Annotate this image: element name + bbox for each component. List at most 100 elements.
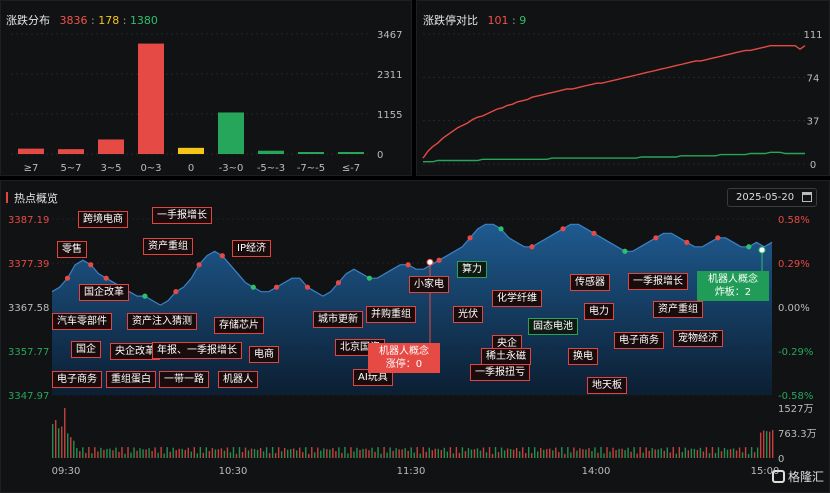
volume-bar <box>377 447 379 458</box>
volume-bar <box>654 449 656 458</box>
hot-tag[interactable]: 国企改革 <box>79 284 129 301</box>
hot-tag[interactable]: 资产重组 <box>143 238 193 255</box>
volume-bar <box>624 450 626 458</box>
volume-bar <box>461 447 464 458</box>
hot-tag[interactable]: 小家电 <box>409 276 449 293</box>
volume-bar <box>672 447 674 458</box>
volume-bar <box>732 448 735 458</box>
volume-bar <box>515 447 518 458</box>
y-tick-label: 111 <box>803 30 822 41</box>
hot-tag[interactable]: 稀土永磁 <box>481 348 531 365</box>
volume-bar <box>217 449 220 458</box>
hot-tag[interactable]: 一季报扭亏 <box>470 364 530 381</box>
volume-bar <box>289 449 292 458</box>
volume-bar <box>172 447 174 458</box>
hot-tag[interactable]: 电商 <box>249 346 279 363</box>
hot-tag[interactable]: 机器人 <box>218 371 258 388</box>
bar <box>138 43 164 154</box>
volume-bar <box>552 450 554 458</box>
volume-bar <box>359 449 361 458</box>
volume-bar <box>229 452 232 458</box>
volume-bar <box>684 447 687 458</box>
hot-tag[interactable]: 国企 <box>71 341 101 358</box>
hot-tag[interactable]: 传感器 <box>570 274 610 291</box>
hot-tag[interactable]: 汽车零部件 <box>52 313 112 330</box>
volume-bar <box>675 453 677 458</box>
hot-tag[interactable]: 固态电池 <box>528 318 578 335</box>
volume-bar <box>335 451 337 458</box>
hot-tag[interactable]: 并购重组 <box>366 306 416 323</box>
hot-tag[interactable]: 跨境电商 <box>78 211 128 228</box>
volume-bar <box>268 453 271 458</box>
volume-bar <box>94 447 96 458</box>
callout-green-line2: 炸板：2 <box>714 287 752 298</box>
volume-bar <box>723 447 726 458</box>
hot-tag[interactable]: 零售 <box>57 241 87 258</box>
volume-bar <box>467 448 470 458</box>
volume-bar <box>286 449 289 458</box>
volume-bar <box>157 452 159 458</box>
hot-tag[interactable]: 一季报增长 <box>628 273 688 290</box>
hot-tag[interactable]: 算力 <box>457 261 487 278</box>
hot-tag[interactable]: 化学纤维 <box>492 290 542 307</box>
volume-bar <box>567 447 569 458</box>
volume-bar <box>521 447 524 458</box>
hot-tag[interactable]: 一带一路 <box>159 371 209 388</box>
hot-tag[interactable]: 重组蛋白 <box>106 371 156 388</box>
volume-bar <box>555 447 557 458</box>
hot-tag[interactable]: 宠物经济 <box>673 330 723 347</box>
bar <box>258 150 284 154</box>
hot-tag[interactable]: 换电 <box>568 348 598 365</box>
hot-marker <box>746 244 752 250</box>
volume-bar <box>639 447 641 458</box>
y-tick-label: 2311 <box>377 70 402 81</box>
volume-bar <box>648 450 650 458</box>
volume-bar <box>220 448 223 458</box>
hot-tag[interactable]: 光伏 <box>453 306 483 323</box>
volume-bar <box>762 430 765 458</box>
hot-marker <box>173 289 179 295</box>
hot-tag[interactable]: 资产注入猜测 <box>127 313 197 330</box>
volume-bar <box>419 453 421 458</box>
hot-tag[interactable]: IP经济 <box>232 240 271 257</box>
callout-green[interactable]: 机器人概念 炸板：2 <box>697 271 769 301</box>
volume-bar <box>570 452 572 458</box>
volume-bar <box>296 450 298 458</box>
volume-bar <box>473 449 476 458</box>
volume-bar <box>332 448 334 458</box>
hot-tag[interactable]: 电子商务 <box>614 332 664 349</box>
volume-bar <box>431 450 433 458</box>
volume-bar <box>160 447 162 458</box>
volume-bar <box>151 450 153 458</box>
right-tick-label: 0.29% <box>778 259 810 270</box>
volume-bar <box>407 450 409 458</box>
hot-tag[interactable]: 地天板 <box>587 377 627 394</box>
volume-bar <box>326 449 328 458</box>
hot-tag[interactable]: 年报、一季报增长 <box>152 342 242 359</box>
volume-bar <box>615 450 617 458</box>
volume-bar <box>265 447 268 458</box>
hot-tag[interactable]: 电力 <box>584 303 614 320</box>
hot-marker <box>560 226 566 232</box>
volume-bar <box>103 449 105 458</box>
volume-bar <box>386 452 388 458</box>
hot-tag[interactable]: 资产重组 <box>653 301 703 318</box>
hot-tag[interactable]: 城市更新 <box>313 311 363 328</box>
callout-red[interactable]: 机器人概念 涨停：0 <box>368 343 440 373</box>
volume-bar <box>271 447 274 458</box>
hot-tag[interactable]: 电子商务 <box>52 371 102 388</box>
volume-bar <box>350 447 352 458</box>
volume-bar <box>772 429 774 458</box>
limit-up-line <box>422 45 806 159</box>
volume-bar <box>311 447 313 458</box>
volume-bar <box>464 451 467 458</box>
volume-bar <box>681 451 684 458</box>
volume-bar <box>618 448 620 458</box>
hot-tag[interactable]: 一手报增长 <box>152 207 212 224</box>
volume-bar <box>199 447 202 458</box>
volume-bar <box>606 447 608 458</box>
hot-tag[interactable]: 存储芯片 <box>214 317 264 334</box>
volume-bar <box>717 447 720 458</box>
volume-bar <box>253 448 256 458</box>
volume-bar <box>280 451 283 458</box>
